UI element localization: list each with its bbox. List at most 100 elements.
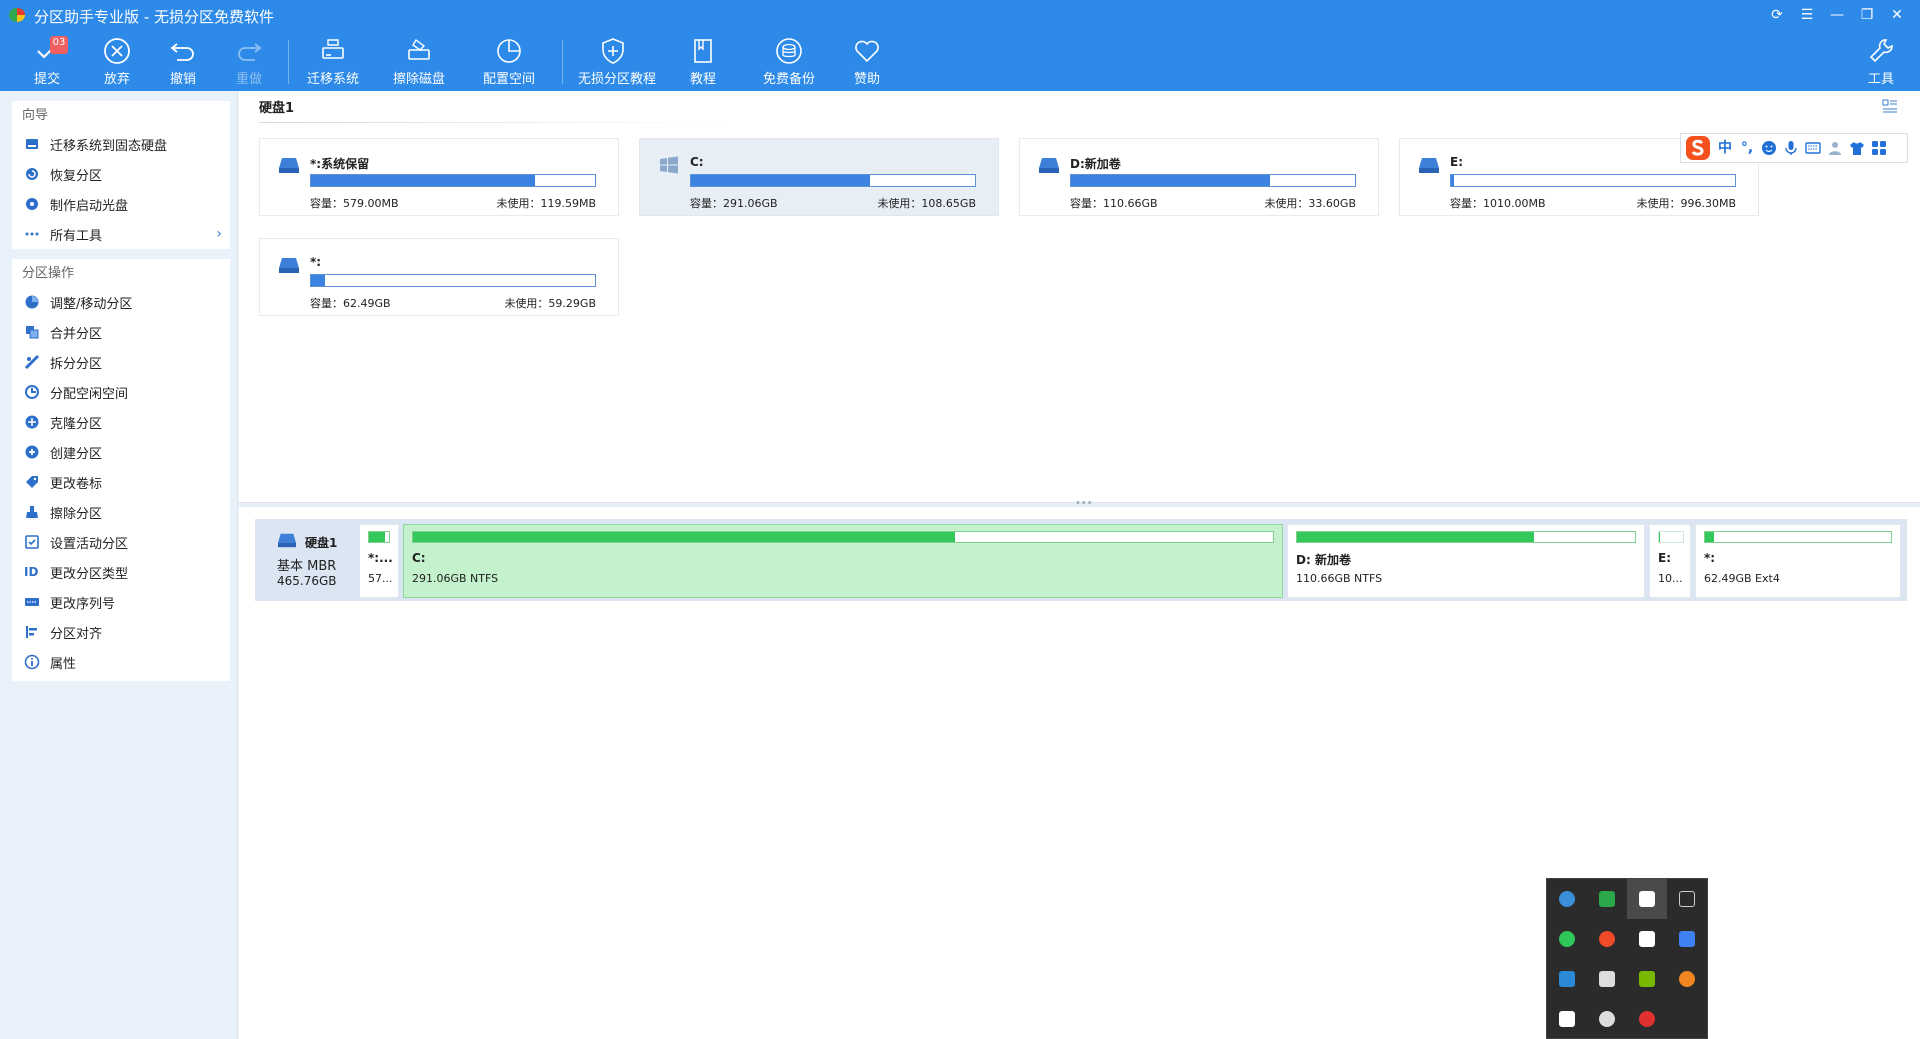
tray-icon-glyph <box>1679 971 1695 987</box>
allocate-space-button[interactable]: 配置空间 <box>474 34 544 88</box>
sidebar-item-label: 更改卷标 <box>50 476 103 492</box>
sidebar-item-create[interactable]: 创建分区 <box>12 437 230 467</box>
ime-punctuation[interactable]: °, <box>1739 140 1755 156</box>
sidebar: 向导 迁移系统到固态硬盘 恢复分区 制作启动光盘 所有工具 › 分区操作 调整/… <box>0 91 238 1039</box>
tray-grid-icon[interactable] <box>1627 879 1667 919</box>
refresh-icon[interactable]: ⟳ <box>1762 4 1792 26</box>
undo-button[interactable]: 撤销 <box>148 34 218 88</box>
sidebar-item-resize-move[interactable]: 调整/移动分区 <box>12 287 230 317</box>
tray-nvidia-icon[interactable] <box>1627 959 1667 999</box>
sidebar-item-wipe[interactable]: 擦除分区 <box>12 497 230 527</box>
tools-button[interactable]: 工具 <box>1854 34 1908 88</box>
sidebar-item-label: 调整/移动分区 <box>50 296 133 312</box>
ime-toolbar: 中 °, <box>1680 133 1908 163</box>
sidebar-item-split[interactable]: 拆分分区 <box>12 347 230 377</box>
partition-card[interactable]: D:新加卷 容量：110.66GB 未使用：33.60GB <box>1019 138 1379 216</box>
tray-icon-glyph <box>1679 931 1695 947</box>
tray-search-icon[interactable] <box>1667 959 1707 999</box>
sidebar-item-label: 克隆分区 <box>50 416 103 432</box>
operations-panel: 分区操作 调整/移动分区 合并分区 拆分分区 分配空闲空间 克隆分区 创建分区 … <box>12 259 230 681</box>
disk-segment[interactable]: *: 62.49GB Ext4 <box>1695 524 1901 598</box>
sidebar-item-label: 属性 <box>50 656 77 672</box>
redo-label: 重做 <box>235 72 262 87</box>
tray-app-icon[interactable] <box>1587 879 1627 919</box>
wrench-icon <box>1869 39 1893 63</box>
usage-fill <box>413 532 955 542</box>
tray-red-logo-icon[interactable] <box>1627 999 1667 1039</box>
sogou-logo-icon[interactable] <box>1685 135 1711 161</box>
tray-pen-icon[interactable] <box>1547 999 1587 1039</box>
disk-size: 465.76GB <box>277 574 337 588</box>
tray-16-badge-icon[interactable] <box>1547 879 1587 919</box>
sidebar-item-boot-disc[interactable]: 制作启动光盘 <box>12 189 230 219</box>
chevron-right-icon: › <box>216 226 222 242</box>
tray-windows-icon[interactable] <box>1547 959 1587 999</box>
partition-card[interactable]: C: 容量：291.06GB 未使用：108.65GB <box>639 138 999 216</box>
disk-info[interactable]: 硬盘1 基本 MBR 465.76GB <box>255 519 355 601</box>
tray-blue-app-icon[interactable] <box>1667 919 1707 959</box>
partition-tutorial-button[interactable]: 无损分区教程 <box>578 34 656 88</box>
disk-segment[interactable]: E: 10... <box>1649 524 1691 598</box>
redo-button[interactable]: 重做 <box>214 34 284 88</box>
tray-copy-icon[interactable] <box>1667 879 1707 919</box>
sidebar-item-allocate-free[interactable]: 分配空闲空间 <box>12 377 230 407</box>
partition-usage-bar <box>310 274 596 287</box>
submit-label: 提交 <box>33 72 60 87</box>
sidebar-item-change-label[interactable]: 更改卷标 <box>12 467 230 497</box>
sidebar-item-properties[interactable]: 属性 <box>12 647 230 677</box>
keyboard-icon[interactable] <box>1805 140 1821 156</box>
disk-segment[interactable]: C: 291.06GB NTFS <box>403 524 1283 598</box>
tray-wechat-icon[interactable] <box>1547 919 1587 959</box>
user-icon[interactable] <box>1827 140 1843 156</box>
sidebar-item-recover-partition[interactable]: 恢复分区 <box>12 159 230 189</box>
tray-screenshot-icon[interactable] <box>1587 959 1627 999</box>
sponsor-button[interactable]: 赞助 <box>832 34 902 88</box>
ime-chinese-mode[interactable]: 中 <box>1717 140 1733 156</box>
close-icon[interactable]: ✕ <box>1882 4 1912 26</box>
discard-button[interactable]: 放弃 <box>82 34 152 88</box>
sidebar-item-align[interactable]: 分区对齐 <box>12 617 230 647</box>
segment-usage-bar <box>1658 531 1684 543</box>
window-title: 分区助手专业版 - 无损分区免费软件 <box>34 8 274 26</box>
migrate-system-button[interactable]: 迁移系统 <box>298 34 368 88</box>
pane-splitter[interactable]: ••• <box>239 498 1920 509</box>
grid-icon[interactable] <box>1871 140 1887 156</box>
tray-icon-glyph <box>1559 1011 1575 1027</box>
menu-icon[interactable]: ☰ <box>1792 4 1822 26</box>
tray-shield-icon[interactable] <box>1627 919 1667 959</box>
view-toggle-icon[interactable] <box>1882 99 1898 115</box>
disk-segment[interactable]: *:... 57... <box>359 524 399 598</box>
partition-name: *: <box>310 255 322 269</box>
tray-satellite-icon[interactable] <box>1587 999 1627 1039</box>
segment-name: D: 新加卷 <box>1296 553 1351 567</box>
sidebar-item-label: 制作启动光盘 <box>50 198 129 214</box>
partition-card[interactable]: *:系统保留 容量：579.00MB 未使用：119.59MB <box>259 138 619 216</box>
sidebar-item-all-tools[interactable]: 所有工具 › <box>12 219 230 249</box>
tray-red-app-icon[interactable] <box>1587 919 1627 959</box>
restore-icon[interactable]: ❐ <box>1852 4 1882 26</box>
submit-button[interactable]: 03 提交 <box>12 34 82 88</box>
mic-icon[interactable] <box>1783 140 1799 156</box>
partition-card[interactable]: *: 容量：62.49GB 未使用：59.29GB <box>259 238 619 316</box>
emoji-icon[interactable] <box>1761 140 1777 156</box>
disk-segment[interactable]: D: 新加卷 110.66GB NTFS <box>1287 524 1645 598</box>
sidebar-item-label: 恢复分区 <box>50 168 103 184</box>
shirt-icon[interactable] <box>1849 140 1865 156</box>
segment-name: *:... <box>368 551 393 565</box>
sidebar-item-merge[interactable]: 合并分区 <box>12 317 230 347</box>
tray-icon-glyph <box>1639 931 1655 947</box>
usage-fill <box>1071 175 1270 186</box>
sidebar-item-label: 更改序列号 <box>50 596 116 612</box>
free-backup-button[interactable]: 免费备份 <box>754 34 824 88</box>
sidebar-item-change-type[interactable]: ID 更改分区类型 <box>12 557 230 587</box>
wipe-disk-button[interactable]: 擦除磁盘 <box>384 34 454 88</box>
wizard-panel: 向导 迁移系统到固态硬盘 恢复分区 制作启动光盘 所有工具 › <box>12 101 230 249</box>
sidebar-item-set-active[interactable]: 设置活动分区 <box>12 527 230 557</box>
sidebar-item-migrate-ssd[interactable]: 迁移系统到固态硬盘 <box>12 129 230 159</box>
tutorial-button[interactable]: 教程 <box>668 34 738 88</box>
partition-name: *:系统保留 <box>310 157 370 171</box>
minimize-icon[interactable]: — <box>1822 4 1852 26</box>
sidebar-item-change-serial[interactable]: 更改序列号 <box>12 587 230 617</box>
sidebar-item-clone[interactable]: 克隆分区 <box>12 407 230 437</box>
redo-icon <box>238 43 262 61</box>
